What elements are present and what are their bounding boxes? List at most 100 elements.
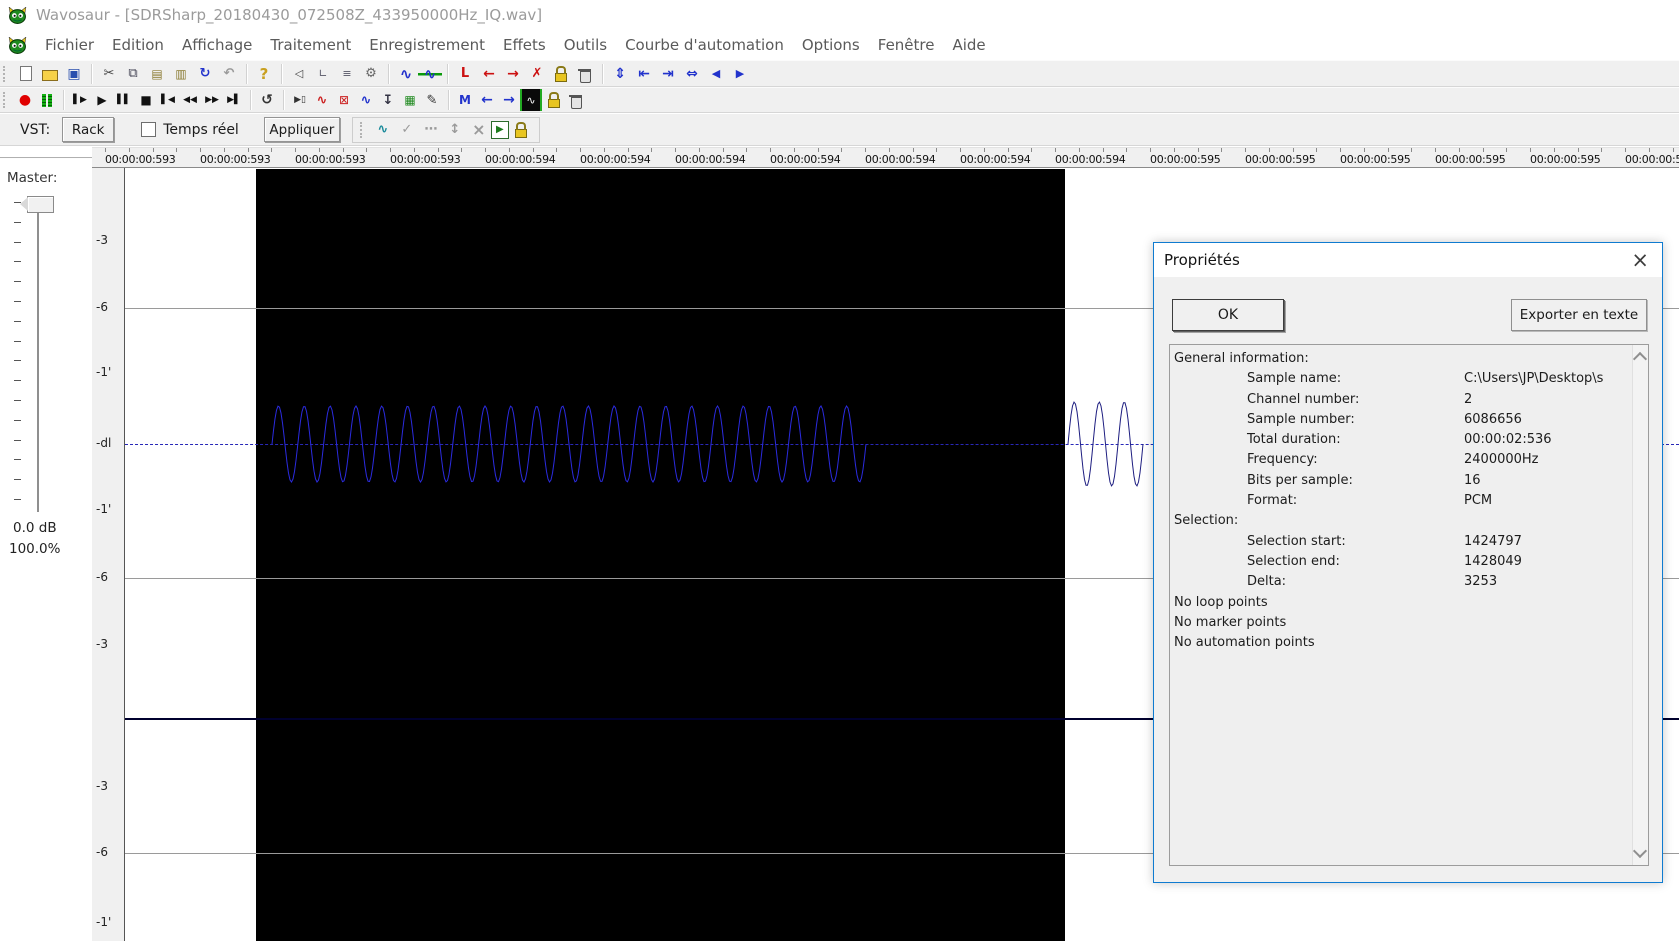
- ruler-label: 00:00:00:594: [1055, 153, 1126, 166]
- statistics-icon[interactable]: ∿: [311, 89, 333, 111]
- menu-aide[interactable]: Aide: [943, 33, 994, 57]
- paste-as-new-icon[interactable]: ▥: [169, 63, 193, 85]
- vst-label: VST:: [20, 121, 51, 138]
- pause-icon[interactable]: ▌▌: [113, 89, 135, 111]
- crop-to-selection-icon[interactable]: ↻: [193, 63, 217, 85]
- go-to-end-icon[interactable]: ▶▌: [223, 89, 245, 111]
- vst-rack-button[interactable]: Rack: [62, 117, 115, 142]
- delete-all-markers-icon[interactable]: [564, 89, 586, 111]
- realtime-checkbox[interactable]: [141, 122, 157, 137]
- ruler-label: 00:00:00:593: [390, 153, 461, 166]
- open-folder-icon[interactable]: [38, 63, 62, 85]
- loop-playback-icon[interactable]: ↺: [256, 89, 278, 111]
- time-ruler[interactable]: 00:00:00:593 00:00:00:593 00:00:00:593 00:0…: [92, 147, 1679, 168]
- interpolate-points-icon[interactable]: ⋯: [419, 119, 443, 141]
- close-icon[interactable]: ×: [1631, 245, 1649, 275]
- view-previous-icon[interactable]: ◀: [704, 63, 728, 85]
- interpolate-waveform-icon[interactable]: ∿: [355, 89, 377, 111]
- menu-fichier[interactable]: Fichier: [36, 33, 103, 57]
- property-value: 2400000Hz: [1464, 452, 1539, 468]
- vst-apply-button[interactable]: Appliquer: [263, 117, 340, 142]
- level-meter-icon[interactable]: [36, 89, 58, 111]
- property-row: Format: PCM: [1170, 493, 1632, 513]
- property-label: No loop points: [1174, 594, 1268, 610]
- menu-courbe-d-automation[interactable]: Courbe d'automation: [616, 33, 793, 57]
- menu-outils[interactable]: Outils: [555, 33, 616, 57]
- cut-icon[interactable]: ✂: [97, 63, 121, 85]
- view-next-icon[interactable]: ▶: [728, 63, 752, 85]
- property-value: 3253: [1464, 574, 1498, 590]
- document-system-icon[interactable]: [8, 36, 27, 54]
- toolbar-transport: ● ▌▶ ▶ ▌▌ ■ ▌◀ ◀◀ ▶▶ ▶▌ ↺ ▶▯ ∿ ⊠ ∿ ↧ ▦ ✎ M ← → ∿: [0, 87, 1679, 113]
- scrollbar[interactable]: [1632, 345, 1648, 865]
- ruler-label: 00:00:00:595: [1435, 153, 1506, 166]
- marker-next-icon[interactable]: →: [498, 89, 520, 111]
- menu-options[interactable]: Options: [793, 33, 869, 57]
- delete-points-icon[interactable]: ×: [467, 119, 491, 141]
- options-wrench-icon[interactable]: ⚙: [359, 63, 383, 85]
- export-text-button[interactable]: Exporter en texte: [1511, 299, 1647, 331]
- dialog-titlebar[interactable]: Propriétés: [1154, 243, 1662, 277]
- lock-automation-icon[interactable]: [509, 119, 533, 141]
- insert-file-icon[interactable]: ▶▯: [289, 89, 311, 111]
- zoom-in-horizontal-icon[interactable]: ⇥: [656, 63, 680, 85]
- zoom-selection-icon[interactable]: ⇔: [680, 63, 704, 85]
- marker-view-icon[interactable]: ∿: [520, 89, 542, 111]
- menu-effets[interactable]: Effets: [494, 33, 555, 57]
- undo-icon[interactable]: ↶: [217, 63, 241, 85]
- scroll-up-icon[interactable]: [1632, 351, 1648, 367]
- marker-previous-icon[interactable]: ←: [476, 89, 498, 111]
- automation-curve-icon[interactable]: ∿: [371, 119, 395, 141]
- delete-file-icon[interactable]: ⊠: [333, 89, 355, 111]
- routing-icon[interactable]: ≡: [335, 63, 359, 85]
- amplitude-label: -3: [96, 779, 108, 793]
- play-icon[interactable]: ▶: [91, 89, 113, 111]
- normalize-icon[interactable]: ↧: [377, 89, 399, 111]
- property-row: No marker points: [1170, 615, 1632, 635]
- copy-icon[interactable]: ⧉: [121, 63, 145, 85]
- rewind-icon[interactable]: ◀◀: [179, 89, 201, 111]
- menu-edition[interactable]: Edition: [103, 33, 173, 57]
- lock-selection-icon[interactable]: [549, 63, 573, 85]
- new-file-icon[interactable]: [14, 63, 38, 85]
- scroll-down-icon[interactable]: [1632, 843, 1648, 859]
- ruler-label: 00:00:00:593: [295, 153, 366, 166]
- waveform-display-icon[interactable]: ∿: [394, 63, 418, 85]
- fit-vertical-icon[interactable]: ↕: [443, 119, 467, 141]
- selection-left-icon[interactable]: ←: [477, 63, 501, 85]
- audio-device-icon[interactable]: ◁: [287, 63, 311, 85]
- stop-icon[interactable]: ■: [135, 89, 157, 111]
- lock-markers-icon[interactable]: [542, 89, 564, 111]
- go-to-start-icon[interactable]: ▌◀: [157, 89, 179, 111]
- record-icon[interactable]: ●: [14, 89, 36, 111]
- menu-affichage[interactable]: Affichage: [173, 33, 261, 57]
- validate-curve-icon[interactable]: ✓: [395, 119, 419, 141]
- waveform-loop-display-icon[interactable]: ∿: [418, 62, 442, 85]
- menu-fen-tre[interactable]: Fenêtre: [869, 33, 944, 57]
- menu-items: Fichier Edition Affichage Traitement Enregis…: [36, 33, 995, 57]
- fast-forward-icon[interactable]: ▶▶: [201, 89, 223, 111]
- connections-icon[interactable]: ∟: [311, 63, 335, 85]
- save-icon[interactable]: ▣: [62, 63, 86, 85]
- property-label: General information:: [1174, 351, 1309, 366]
- zoom-amplitude-icon[interactable]: ⇕: [608, 63, 632, 85]
- delete-selection-icon[interactable]: ✗: [525, 63, 549, 85]
- spectrum-table-icon[interactable]: ▦: [399, 89, 421, 111]
- selection-right-icon[interactable]: →: [501, 63, 525, 85]
- draw-waveform-icon[interactable]: ✎: [421, 89, 443, 111]
- master-slider-track[interactable]: [37, 200, 39, 512]
- menu-traitement[interactable]: Traitement: [261, 33, 360, 57]
- marker-insert-icon[interactable]: M: [454, 89, 476, 111]
- marker-drop-icon[interactable]: L: [453, 63, 477, 85]
- delete-markers-1-icon[interactable]: [573, 63, 597, 85]
- play-automation-icon[interactable]: ▶: [490, 120, 509, 139]
- master-slider-handle[interactable]: [20, 196, 54, 213]
- property-row: Delta: 3253: [1170, 574, 1632, 594]
- play-from-cursor-icon[interactable]: ▌▶: [69, 89, 91, 111]
- zoom-out-horizontal-icon[interactable]: ⇤: [632, 63, 656, 85]
- amplitude-label: -1': [96, 915, 112, 929]
- help-icon[interactable]: ?: [252, 63, 276, 85]
- paste-icon[interactable]: ▤: [145, 63, 169, 85]
- ok-button[interactable]: OK: [1172, 299, 1284, 331]
- menu-enregistrement[interactable]: Enregistrement: [360, 33, 494, 57]
